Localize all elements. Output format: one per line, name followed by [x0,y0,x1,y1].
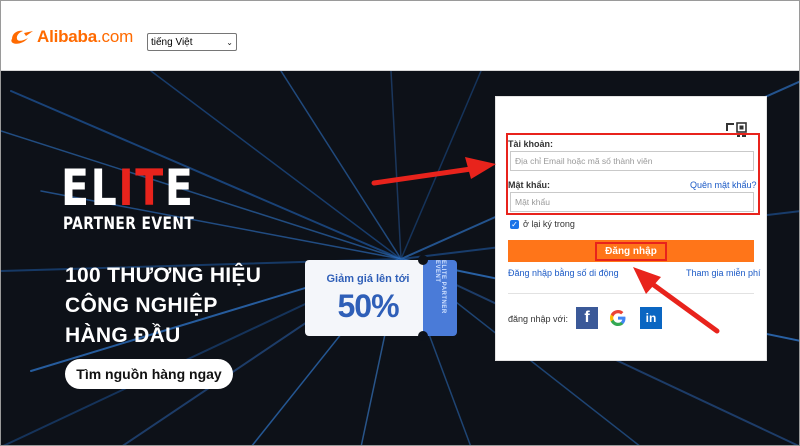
arrow-to-credentials [371,157,496,186]
page-frame: Alibaba.com tiếng Việt ⌄ ELITE PARTNER E… [0,0,800,446]
annotation-arrows [371,157,720,334]
arrow-to-login-button [633,267,720,334]
